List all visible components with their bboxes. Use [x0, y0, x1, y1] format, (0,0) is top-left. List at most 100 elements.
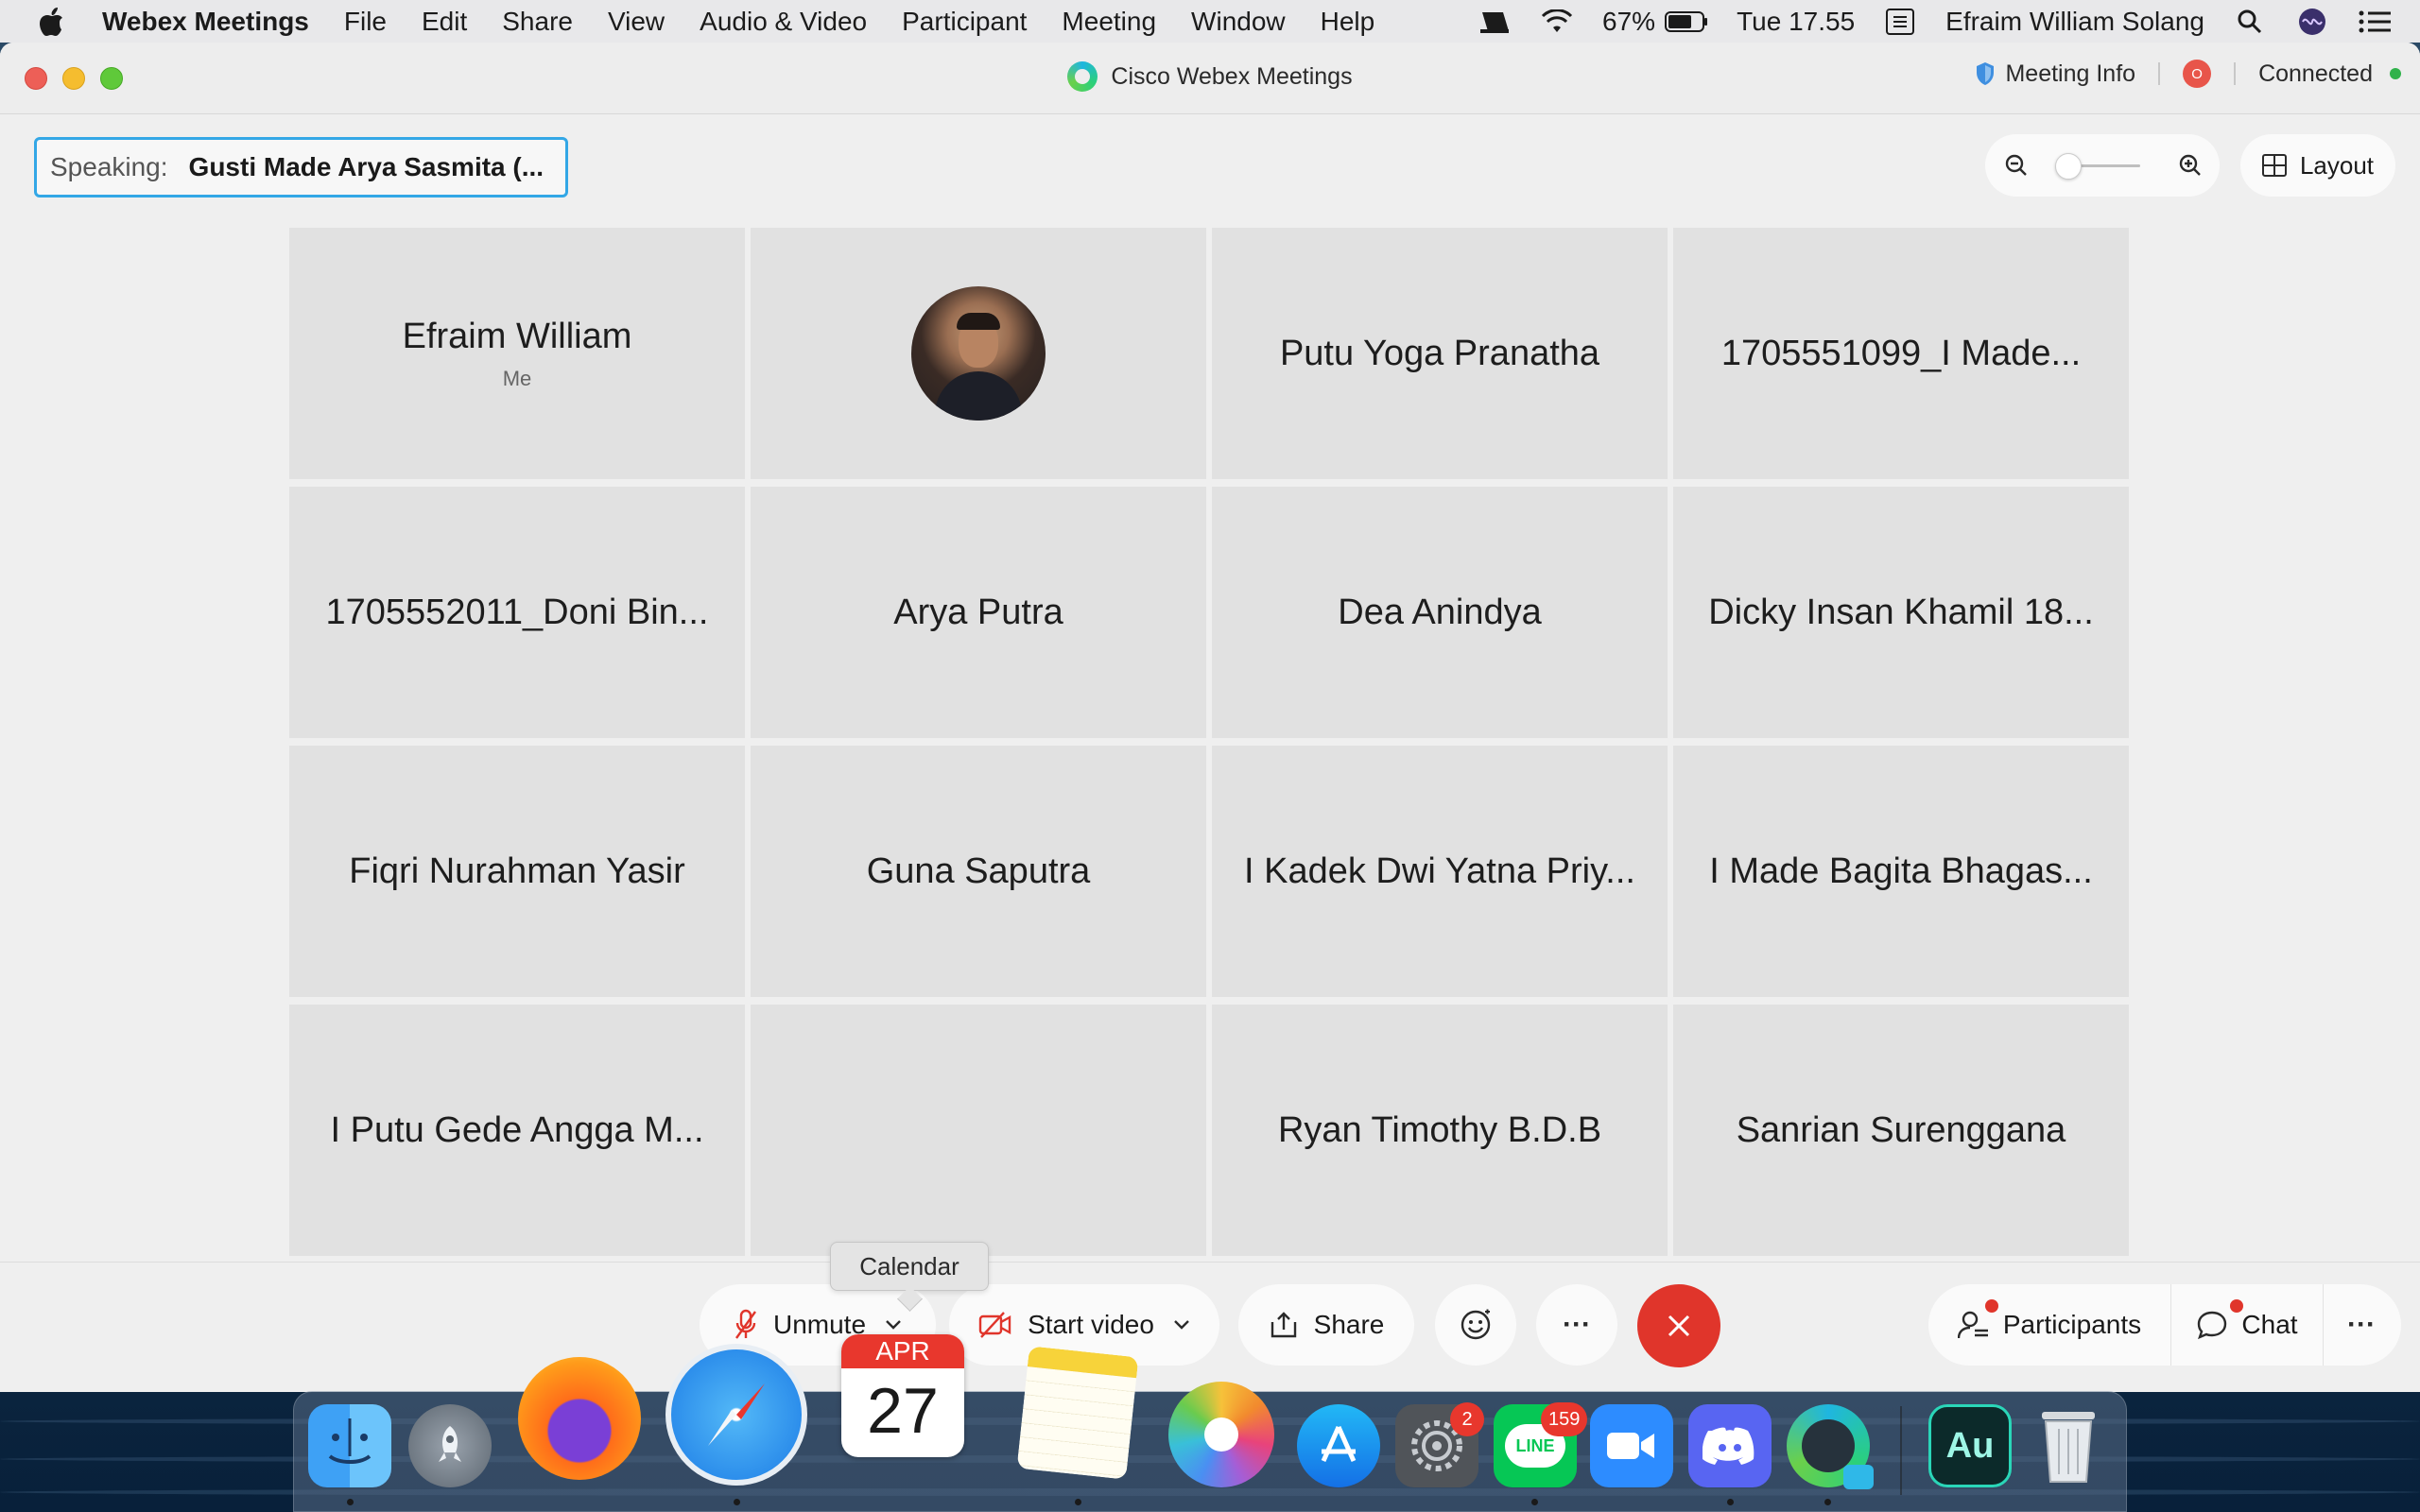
participant-name: Guna Saputra	[866, 850, 1091, 891]
participant-me-label: Me	[502, 366, 532, 390]
more-options-button[interactable]: ···	[1536, 1284, 1617, 1366]
video-off-icon	[978, 1312, 1011, 1338]
connection-status-dot	[2390, 68, 2401, 79]
participant-tile[interactable]: Dicky Insan Khamil 18...	[1673, 487, 2129, 738]
participants-button[interactable]: Participants	[1928, 1284, 2170, 1366]
more-icon: ···	[2347, 1309, 2376, 1340]
participant-name: Putu Yoga Pranatha	[1279, 333, 1600, 373]
menu-bar: Webex Meetings File Edit Share View Audi…	[0, 0, 2420, 43]
emoji-icon	[1461, 1309, 1491, 1340]
leave-meeting-button[interactable]	[1637, 1284, 1720, 1367]
more-panels-button[interactable]: ···	[2324, 1284, 2399, 1366]
microphone-muted-icon	[735, 1309, 756, 1339]
zoom-in-icon[interactable]	[2178, 153, 2203, 178]
participant-tile[interactable]: I Kadek Dwi Yatna Priy...	[1212, 746, 1668, 997]
participant-tile[interactable]: Fiqri Nurahman Yasir	[289, 746, 745, 997]
participant-name: Dea Anindya	[1338, 592, 1542, 632]
participant-tile[interactable]: 1705552011_Doni Bin...	[289, 487, 745, 738]
app-store-icon[interactable]	[1297, 1404, 1380, 1487]
menu-window[interactable]: Window	[1191, 7, 1286, 37]
menu-share[interactable]: Share	[502, 7, 573, 37]
zoom-app-icon[interactable]	[1590, 1404, 1673, 1487]
apple-icon[interactable]	[34, 5, 68, 39]
menu-clock[interactable]: Tue 17.55	[1737, 7, 1855, 37]
calendar-icon[interactable]: APR 27	[841, 1334, 964, 1457]
menu-help[interactable]: Help	[1321, 7, 1375, 37]
finder-icon[interactable]	[308, 1404, 391, 1487]
participant-name: 1705551099_I Made...	[1720, 333, 2082, 373]
participant-tile[interactable]: Ryan Timothy B.D.B	[1212, 1005, 1668, 1256]
discord-icon[interactable]	[1688, 1404, 1772, 1487]
menu-audio-video[interactable]: Audio & Video	[700, 7, 867, 37]
notes-icon[interactable]	[1016, 1346, 1139, 1480]
menu-app-name[interactable]: Webex Meetings	[102, 7, 309, 37]
more-icon: ···	[1563, 1309, 1591, 1340]
calendar-month: APR	[841, 1334, 964, 1368]
photos-icon[interactable]	[1168, 1382, 1274, 1487]
line-notification-badge: 159	[1541, 1402, 1588, 1436]
adobe-audition-icon[interactable]: Au	[1928, 1404, 2012, 1487]
recording-indicator[interactable]: O	[2183, 60, 2212, 88]
participant-name: Sanrian Surenggana	[1736, 1109, 2066, 1150]
connection-status: Connected	[2258, 60, 2373, 87]
battery-percent: 67%	[1602, 6, 1656, 36]
chat-notification-dot	[2230, 1299, 2243, 1313]
participant-tile[interactable]: Guna Saputra	[751, 746, 1206, 997]
trash-icon[interactable]	[2027, 1404, 2110, 1487]
launchpad-icon[interactable]	[408, 1404, 492, 1487]
participant-name: 1705552011_Doni Bin...	[325, 592, 709, 632]
participant-tile[interactable]: Arya Putra	[751, 487, 1206, 738]
control-center-icon[interactable]	[2358, 8, 2392, 36]
layout-button[interactable]: Layout	[2240, 134, 2395, 197]
menu-edit[interactable]: Edit	[422, 7, 467, 37]
panel-buttons-bar: Participants Chat ···	[1928, 1284, 2401, 1366]
meeting-info-button[interactable]: Meeting Info	[2005, 60, 2135, 88]
menu-participant[interactable]: Participant	[902, 7, 1027, 37]
wifi-icon[interactable]	[1540, 8, 1574, 36]
share-icon	[1270, 1312, 1296, 1338]
notification-app-icon[interactable]	[1478, 8, 1512, 36]
menu-file[interactable]: File	[344, 7, 387, 37]
participant-tile[interactable]: Efraim William Me	[289, 228, 745, 479]
zoom-control	[1985, 134, 2220, 197]
keyboard-icon[interactable]	[1883, 8, 1917, 36]
layout-grid-icon	[2261, 154, 2287, 177]
participant-tile[interactable]: I Putu Gede Angga M...	[289, 1005, 745, 1256]
participant-tile[interactable]	[751, 228, 1206, 479]
safari-icon[interactable]	[666, 1344, 807, 1486]
webex-meetings-dock-icon[interactable]	[1787, 1404, 1874, 1489]
participant-name: I Putu Gede Angga M...	[330, 1109, 704, 1150]
share-button[interactable]: Share	[1238, 1284, 1414, 1366]
chevron-down-icon[interactable]	[1173, 1319, 1190, 1331]
speaking-name: Gusti Made Arya Sasmita (...	[188, 152, 544, 181]
zoom-out-icon[interactable]	[2004, 153, 2029, 178]
dock-running-indicator	[734, 1499, 740, 1505]
menu-meeting[interactable]: Meeting	[1062, 7, 1156, 37]
reactions-button[interactable]	[1435, 1284, 1516, 1366]
participant-tile[interactable]	[751, 1005, 1206, 1256]
avatar	[911, 286, 1046, 421]
chat-button[interactable]: Chat	[2171, 1284, 2323, 1366]
participant-tile[interactable]: 1705551099_I Made...	[1673, 228, 2129, 479]
firefox-icon[interactable]	[518, 1357, 641, 1480]
title-divider	[2234, 62, 2237, 85]
participant-tile[interactable]: Sanrian Surenggana	[1673, 1005, 2129, 1256]
menu-user-name[interactable]: Efraim William Solang	[1945, 7, 2204, 37]
participant-tile[interactable]: I Made Bagita Bhagas...	[1673, 746, 2129, 997]
siri-icon[interactable]	[2295, 8, 2329, 36]
participant-name: I Made Bagita Bhagas...	[1709, 850, 2093, 891]
participant-name: Dicky Insan Khamil 18...	[1708, 592, 2094, 632]
share-label: Share	[1313, 1310, 1385, 1339]
chevron-down-icon[interactable]	[885, 1319, 902, 1331]
participant-tile[interactable]: Dea Anindya	[1212, 487, 1668, 738]
menu-view[interactable]: View	[608, 7, 665, 37]
spotlight-search-icon[interactable]	[2233, 8, 2267, 36]
window-titlebar: Cisco Webex Meetings Meeting Info O Conn…	[0, 43, 2420, 114]
zoom-slider-handle[interactable]	[2055, 153, 2082, 180]
participants-icon	[1957, 1311, 1988, 1339]
chat-bubble-icon	[2198, 1311, 2227, 1340]
participant-tile[interactable]: Putu Yoga Pranatha	[1212, 228, 1668, 479]
battery-icon[interactable]	[1665, 8, 1708, 36]
participant-name: Arya Putra	[893, 592, 1063, 632]
tooltip-text: Calendar	[859, 1251, 959, 1280]
